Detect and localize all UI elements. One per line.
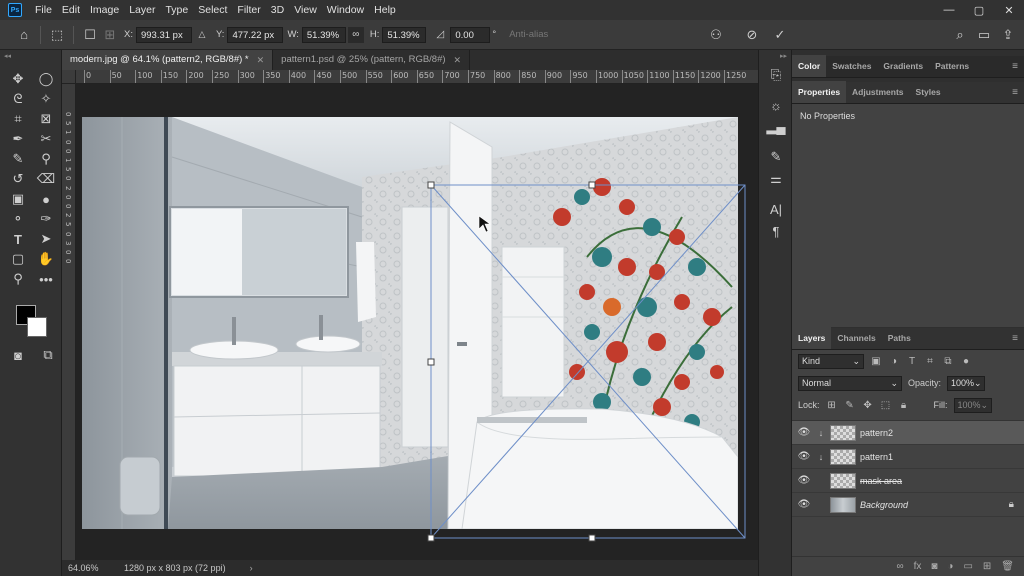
layer-row[interactable]: 👁︎ Background 🔒︎ bbox=[792, 493, 1024, 517]
color-tab-gradients[interactable]: Gradients bbox=[877, 55, 929, 77]
opacity-label: Opacity: bbox=[908, 378, 942, 388]
fill-label: Fill: bbox=[933, 400, 948, 410]
adjustments-sliders-icon[interactable]: ⚌ bbox=[759, 168, 793, 190]
layer-filter-kind[interactable]: Kind ⌄ bbox=[798, 353, 864, 369]
layer-visibility-eye-icon[interactable]: 👁︎ bbox=[792, 475, 816, 486]
right-panels: Color Swatches Gradients Patterns ≡ Properti… bbox=[792, 50, 1024, 576]
clipping-mask-arrow-icon: ↓ bbox=[818, 451, 824, 462]
layers-tab-paths[interactable]: Paths bbox=[882, 327, 917, 349]
transform-handle-bottom-left bbox=[427, 534, 435, 542]
color-panel-menu-icon[interactable]: ≡ bbox=[1012, 56, 1018, 78]
layer-thumbnail[interactable] bbox=[830, 448, 856, 465]
layers-panel: Layers Channels Paths ≡ Kind ⌄ ▣ ◑ T ⌗ ⧉ ● N… bbox=[792, 327, 1024, 576]
properties-panel-tabs: Properties Adjustments Styles ≡ bbox=[792, 81, 1024, 104]
layer-lock-icon: 🔒︎ bbox=[1008, 499, 1014, 510]
layer-row[interactable]: 👁︎ ↓ pattern1 bbox=[792, 445, 1024, 469]
color-panel-tabs: Color Swatches Gradients Patterns ≡ bbox=[792, 55, 1024, 78]
transform-handle-left bbox=[427, 358, 435, 366]
no-properties-text: No Properties bbox=[800, 111, 856, 121]
lock-position-icon[interactable]: ✥ bbox=[862, 400, 874, 411]
layers-tab-layers[interactable]: Layers bbox=[792, 327, 832, 349]
new-layer-icon[interactable]: ⊞ bbox=[983, 561, 991, 572]
lock-transparent-icon[interactable]: ⊞ bbox=[826, 400, 838, 411]
filter-adjustment-icon[interactable]: ◑ bbox=[888, 356, 900, 367]
lock-label: Lock: bbox=[798, 400, 820, 410]
layers-menu-icon[interactable]: ≡ bbox=[1012, 328, 1018, 350]
opacity-field[interactable]: 100% ⌄ bbox=[947, 375, 986, 391]
document-size[interactable]: 1280 px x 803 px (72 ppi) bbox=[124, 563, 226, 573]
props-tab-adjustments[interactable]: Adjustments bbox=[846, 81, 909, 103]
filter-kind-label: Kind bbox=[802, 356, 821, 366]
layer-style-icon[interactable]: fx bbox=[914, 561, 922, 572]
brush-settings-icon[interactable]: ✎ bbox=[759, 146, 793, 168]
layer-list: 👁︎ ↓ pattern2 👁︎ ↓ pattern1 👁︎ mask area 👁︎ Backg… bbox=[792, 420, 1024, 517]
layer-thumbnail[interactable] bbox=[830, 496, 856, 513]
properties-menu-icon[interactable]: ≡ bbox=[1012, 82, 1018, 104]
histogram-panel-icon[interactable]: ▂▄ bbox=[759, 116, 793, 138]
zoom-level-field[interactable]: 64.06% bbox=[62, 563, 104, 573]
layer-visibility-eye-icon[interactable]: 👁︎ bbox=[792, 451, 816, 462]
layer-row[interactable]: 👁︎ mask area bbox=[792, 469, 1024, 493]
color-tab-patterns[interactable]: Patterns bbox=[929, 55, 975, 77]
layer-visibility-eye-icon[interactable]: 👁︎ bbox=[792, 499, 816, 510]
lock-all-icon[interactable]: 🔒︎ bbox=[898, 400, 910, 411]
fill-field[interactable]: 100% ⌄ bbox=[953, 397, 992, 413]
fill-value: 100% bbox=[957, 400, 981, 410]
layers-tab-channels[interactable]: Channels bbox=[831, 327, 881, 349]
opacity-value: 100% bbox=[951, 378, 975, 388]
lock-image-icon[interactable]: ✎ bbox=[844, 400, 856, 411]
layer-name[interactable]: Background bbox=[860, 500, 908, 510]
dock-grip[interactable]: ▸▸ bbox=[759, 50, 791, 64]
character-panel-icon[interactable]: A| bbox=[759, 198, 793, 220]
layer-name[interactable]: mask area bbox=[860, 476, 902, 486]
props-tab-styles[interactable]: Styles bbox=[910, 81, 947, 103]
lock-artboard-icon[interactable]: ⬚ bbox=[880, 400, 892, 411]
mouse-cursor-icon bbox=[478, 215, 491, 233]
color-tab-swatches[interactable]: Swatches bbox=[826, 55, 877, 77]
panel-icon-dock: ▸▸ ⎘ ☼ ▂▄ ✎ ⚌ A| ¶ bbox=[758, 50, 792, 576]
transform-handle-bottom bbox=[588, 534, 596, 542]
navigator-panel-icon[interactable]: ☼ bbox=[759, 94, 793, 116]
layer-row[interactable]: 👁︎ ↓ pattern2 bbox=[792, 421, 1024, 445]
adjustment-layer-icon[interactable]: ◑ bbox=[947, 561, 953, 572]
history-panel-icon[interactable]: ⎘ bbox=[759, 64, 793, 86]
status-menu-arrow-icon[interactable]: › bbox=[250, 563, 253, 573]
blend-mode-value: Normal bbox=[802, 378, 832, 388]
layer-name[interactable]: pattern1 bbox=[860, 452, 893, 462]
layer-thumbnail[interactable] bbox=[830, 424, 856, 441]
filter-smart-object-icon[interactable]: ⧉ bbox=[942, 356, 954, 367]
transform-handle-top bbox=[588, 181, 596, 189]
layer-visibility-eye-icon[interactable]: 👁︎ bbox=[792, 427, 816, 438]
filter-toggle-icon[interactable]: ● bbox=[960, 356, 972, 367]
link-layers-icon[interactable]: ∞ bbox=[896, 561, 903, 572]
filter-pixel-icon[interactable]: ▣ bbox=[870, 356, 882, 367]
filter-shape-icon[interactable]: ⌗ bbox=[924, 356, 936, 367]
layer-thumbnail[interactable] bbox=[830, 472, 856, 489]
props-tab-properties[interactable]: Properties bbox=[792, 81, 847, 103]
status-bar: 64.06% 1280 px x 803 px (72 ppi) › bbox=[62, 560, 758, 576]
transform-handle-top-left bbox=[427, 181, 435, 189]
delete-layer-icon[interactable]: 🗑︎ bbox=[1001, 561, 1014, 572]
layer-name[interactable]: pattern2 bbox=[860, 428, 893, 438]
color-tab-color[interactable]: Color bbox=[792, 55, 827, 77]
clipping-mask-arrow-icon: ↓ bbox=[818, 427, 824, 438]
add-mask-icon[interactable]: ◙ bbox=[931, 561, 937, 572]
filter-type-icon[interactable]: T bbox=[906, 356, 918, 367]
blend-mode-select[interactable]: Normal ⌄ bbox=[798, 375, 902, 391]
layers-panel-tabs: Layers Channels Paths ≡ bbox=[792, 327, 1024, 350]
properties-panel: Properties Adjustments Styles ≡ No Properti… bbox=[792, 81, 1024, 327]
new-group-icon[interactable]: ▭ bbox=[963, 561, 972, 572]
paragraph-panel-icon[interactable]: ¶ bbox=[759, 220, 793, 242]
